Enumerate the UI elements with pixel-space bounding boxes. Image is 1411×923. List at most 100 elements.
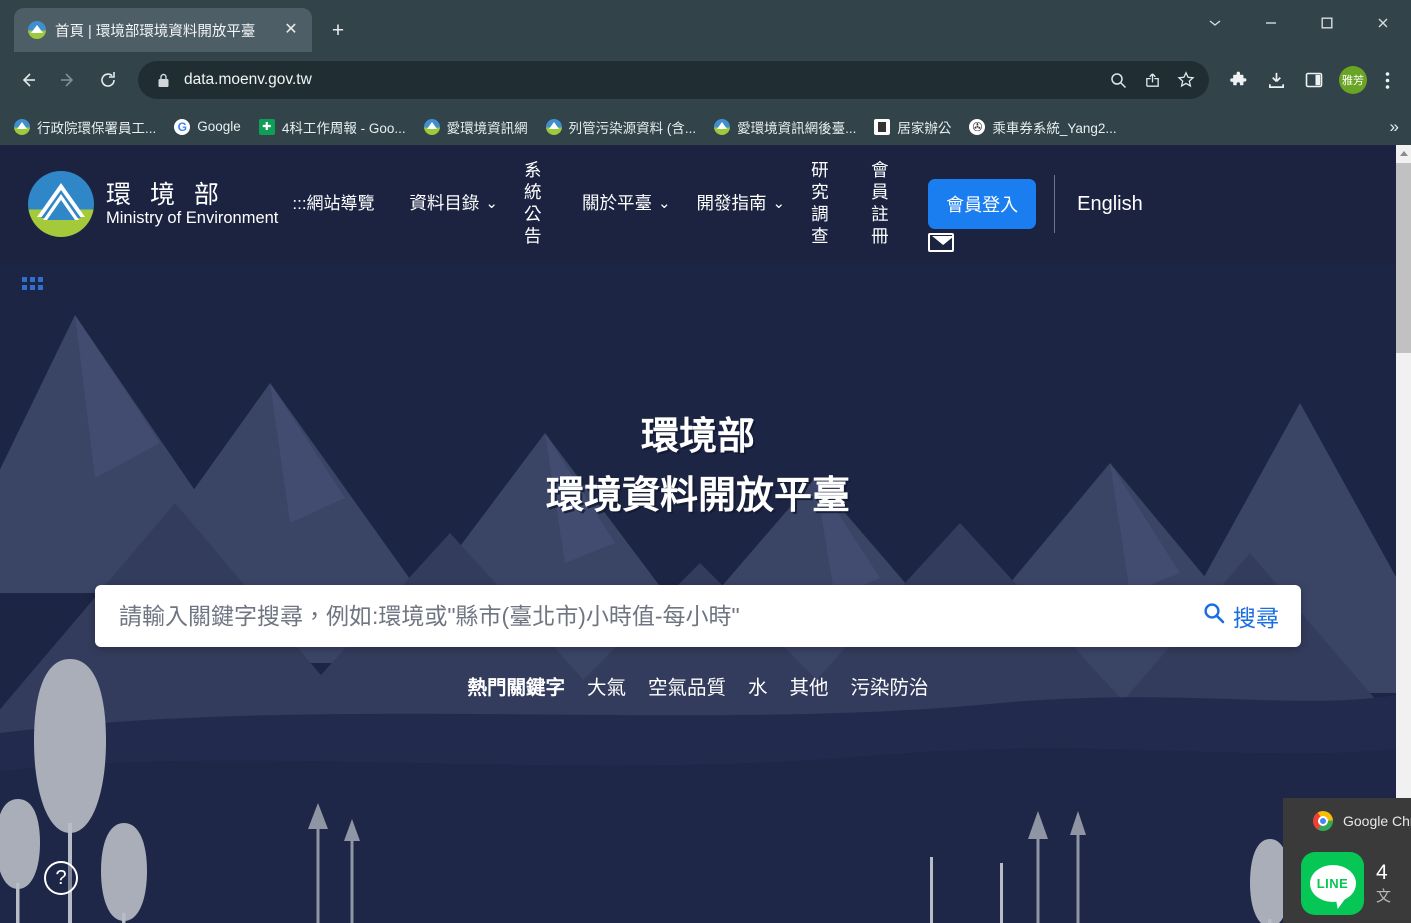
bookmark-label: 行政院環保署員工... [37, 117, 156, 137]
line-notification[interactable]: LINE 4 文 [1283, 844, 1411, 923]
site-icon [546, 119, 562, 135]
app-window: 首頁 | 環境部環境資料開放平臺 ✕ + [0, 0, 1411, 923]
page-title: 環境部 環境資料開放平臺 [0, 263, 1396, 526]
bookmark-label: 愛環境資訊網後臺... [737, 117, 856, 137]
hero-section: 環境部 環境資料開放平臺 ? 搜尋 熱門關鍵字 [0, 263, 1396, 923]
site-icon [714, 119, 730, 135]
new-tab-button[interactable]: + [325, 18, 351, 44]
scrollbar-thumb[interactable] [1396, 163, 1411, 353]
bookmark-item[interactable]: 愛環境資訊網 [424, 117, 528, 137]
bookmark-item[interactable]: 居家辦公 [874, 117, 951, 137]
brand-name-zh: 環 境 部 [106, 181, 278, 209]
browser-chrome: 首頁 | 環境部環境資料開放平臺 ✕ + [0, 0, 1411, 145]
lock-icon [154, 71, 172, 89]
keyword-chip[interactable]: 空氣品質 [648, 671, 726, 700]
search-bar: 搜尋 [95, 585, 1301, 647]
bookmark-label: 列管污染源資料 (含... [569, 117, 697, 137]
envelope-icon[interactable] [928, 233, 954, 252]
kebab-menu-icon[interactable] [1373, 63, 1401, 97]
url-text[interactable]: data.moenv.gov.tw [184, 71, 1101, 89]
chrome-notification[interactable]: Google Chr [1283, 798, 1411, 844]
sitemap-link[interactable]: :::網站導覽 [292, 193, 378, 214]
keyword-chip[interactable]: 其他 [790, 671, 829, 700]
nav-label: 系統公告 [524, 160, 556, 248]
member-login-button[interactable]: 會員登入 [928, 179, 1036, 229]
nav-item-dev-guide[interactable]: 開發指南 ⌄ [684, 193, 799, 215]
nav-label: 研究調查 [811, 160, 845, 248]
search-input[interactable] [119, 603, 1203, 630]
question-mark-icon[interactable]: ? [44, 861, 78, 895]
moenv-logo-icon [28, 171, 94, 237]
bookmark-item[interactable]: G Google [174, 119, 241, 135]
keyword-chip[interactable]: 大氣 [587, 671, 626, 700]
nav-label: 會員註冊 [871, 160, 905, 248]
bookmark-label: 愛環境資訊網 [447, 117, 528, 137]
language-switch[interactable]: English [1077, 193, 1143, 216]
side-panel-icon[interactable] [1297, 63, 1331, 97]
bookmark-item[interactable]: ✚ 4科工作周報 - Goo... [259, 117, 406, 137]
chevron-down-icon[interactable] [1187, 0, 1243, 46]
nav-item-about-platform[interactable]: 關於平臺 ⌄ [569, 193, 684, 215]
scroll-up-arrow-icon[interactable] [1396, 145, 1411, 162]
share-icon[interactable] [1135, 63, 1169, 97]
header-divider [1054, 175, 1055, 233]
hero-title-line-2: 環境資料開放平臺 [0, 467, 1396, 526]
profile-avatar[interactable]: 雅芳 [1339, 66, 1367, 94]
line-notification-text: 4 文 [1376, 860, 1391, 906]
globe-icon: ✇ [969, 119, 985, 135]
browser-tab[interactable]: 首頁 | 環境部環境資料開放平臺 ✕ [14, 8, 312, 52]
bookmark-item[interactable]: 愛環境資訊網後臺... [714, 117, 856, 137]
chrome-icon [1313, 811, 1333, 831]
nav-item-research-survey[interactable]: 研究調查 [798, 160, 858, 248]
back-arrow-icon[interactable] [10, 62, 46, 98]
minimize-icon[interactable] [1243, 0, 1299, 46]
brand-name-en: Ministry of Environment [106, 209, 278, 227]
browser-toolbar: data.moenv.gov.tw 雅芳 [0, 52, 1411, 108]
bookmark-item[interactable]: 行政院環保署員工... [14, 117, 156, 137]
keyword-chip[interactable]: 水 [748, 671, 768, 700]
main-navigation: 資料目錄 ⌄ 系統公告 關於平臺 ⌄ 開發指南 ⌄ 研究 [396, 160, 1396, 248]
reload-icon[interactable] [90, 62, 126, 98]
close-icon[interactable] [1355, 0, 1411, 46]
brand-text: 環 境 部 Ministry of Environment [106, 181, 278, 227]
google-icon: G [174, 119, 190, 135]
bookmark-label: 4科工作周報 - Goo... [282, 117, 406, 137]
nav-item-member-register[interactable]: 會員註冊 [858, 160, 918, 248]
chevron-down-icon: ⌄ [773, 195, 786, 214]
bookmark-item[interactable]: ✇ 乘車券系統_Yang2... [969, 117, 1116, 137]
puzzle-icon[interactable] [1221, 63, 1255, 97]
search-icon [1203, 602, 1225, 630]
brand[interactable]: 環 境 部 Ministry of Environment [28, 171, 278, 237]
bookmarks-bar: 行政院環保署員工... G Google ✚ 4科工作周報 - Goo... 愛… [0, 108, 1411, 145]
nav-item-data-catalog[interactable]: 資料目錄 ⌄ [396, 193, 511, 215]
dots-decoration [22, 277, 44, 291]
bookmark-label: 乘車券系統_Yang2... [992, 117, 1116, 137]
download-icon[interactable] [1259, 63, 1293, 97]
search-icon[interactable] [1101, 63, 1135, 97]
chevron-down-icon: ⌄ [485, 195, 498, 214]
line-icon: LINE [1301, 852, 1364, 915]
nav-label: 開發指南 [697, 193, 767, 215]
chrome-notification-label: Google Chr [1343, 813, 1411, 829]
close-icon[interactable]: ✕ [280, 19, 302, 41]
maximize-icon[interactable] [1299, 0, 1355, 46]
page-viewport: 環 境 部 Ministry of Environment :::網站導覽 資料… [0, 145, 1411, 923]
nav-item-announcements[interactable]: 系統公告 [511, 160, 569, 248]
doc-icon [874, 119, 890, 135]
site-header: 環 境 部 Ministry of Environment :::網站導覽 資料… [0, 145, 1396, 263]
hero-title-line-1: 環境部 [641, 416, 755, 458]
chevron-down-icon: ⌄ [658, 195, 671, 214]
line-notification-count: 4 [1376, 861, 1388, 884]
bookmark-label: Google [197, 119, 241, 134]
star-icon[interactable] [1169, 63, 1203, 97]
keyword-chip[interactable]: 污染防治 [851, 671, 929, 700]
bookmark-item[interactable]: 列管污染源資料 (含... [546, 117, 697, 137]
search-button[interactable]: 搜尋 [1203, 599, 1279, 633]
bookmarks-overflow-button[interactable]: » [1390, 117, 1399, 137]
tab-strip: 首頁 | 環境部環境資料開放平臺 ✕ + [0, 0, 1411, 52]
site-icon [424, 119, 440, 135]
bookmark-label: 居家辦公 [897, 117, 951, 137]
member-login-label: 會員登入 [946, 195, 1018, 215]
line-notification-subtitle: 文 [1376, 888, 1391, 905]
address-bar[interactable]: data.moenv.gov.tw [138, 61, 1209, 99]
